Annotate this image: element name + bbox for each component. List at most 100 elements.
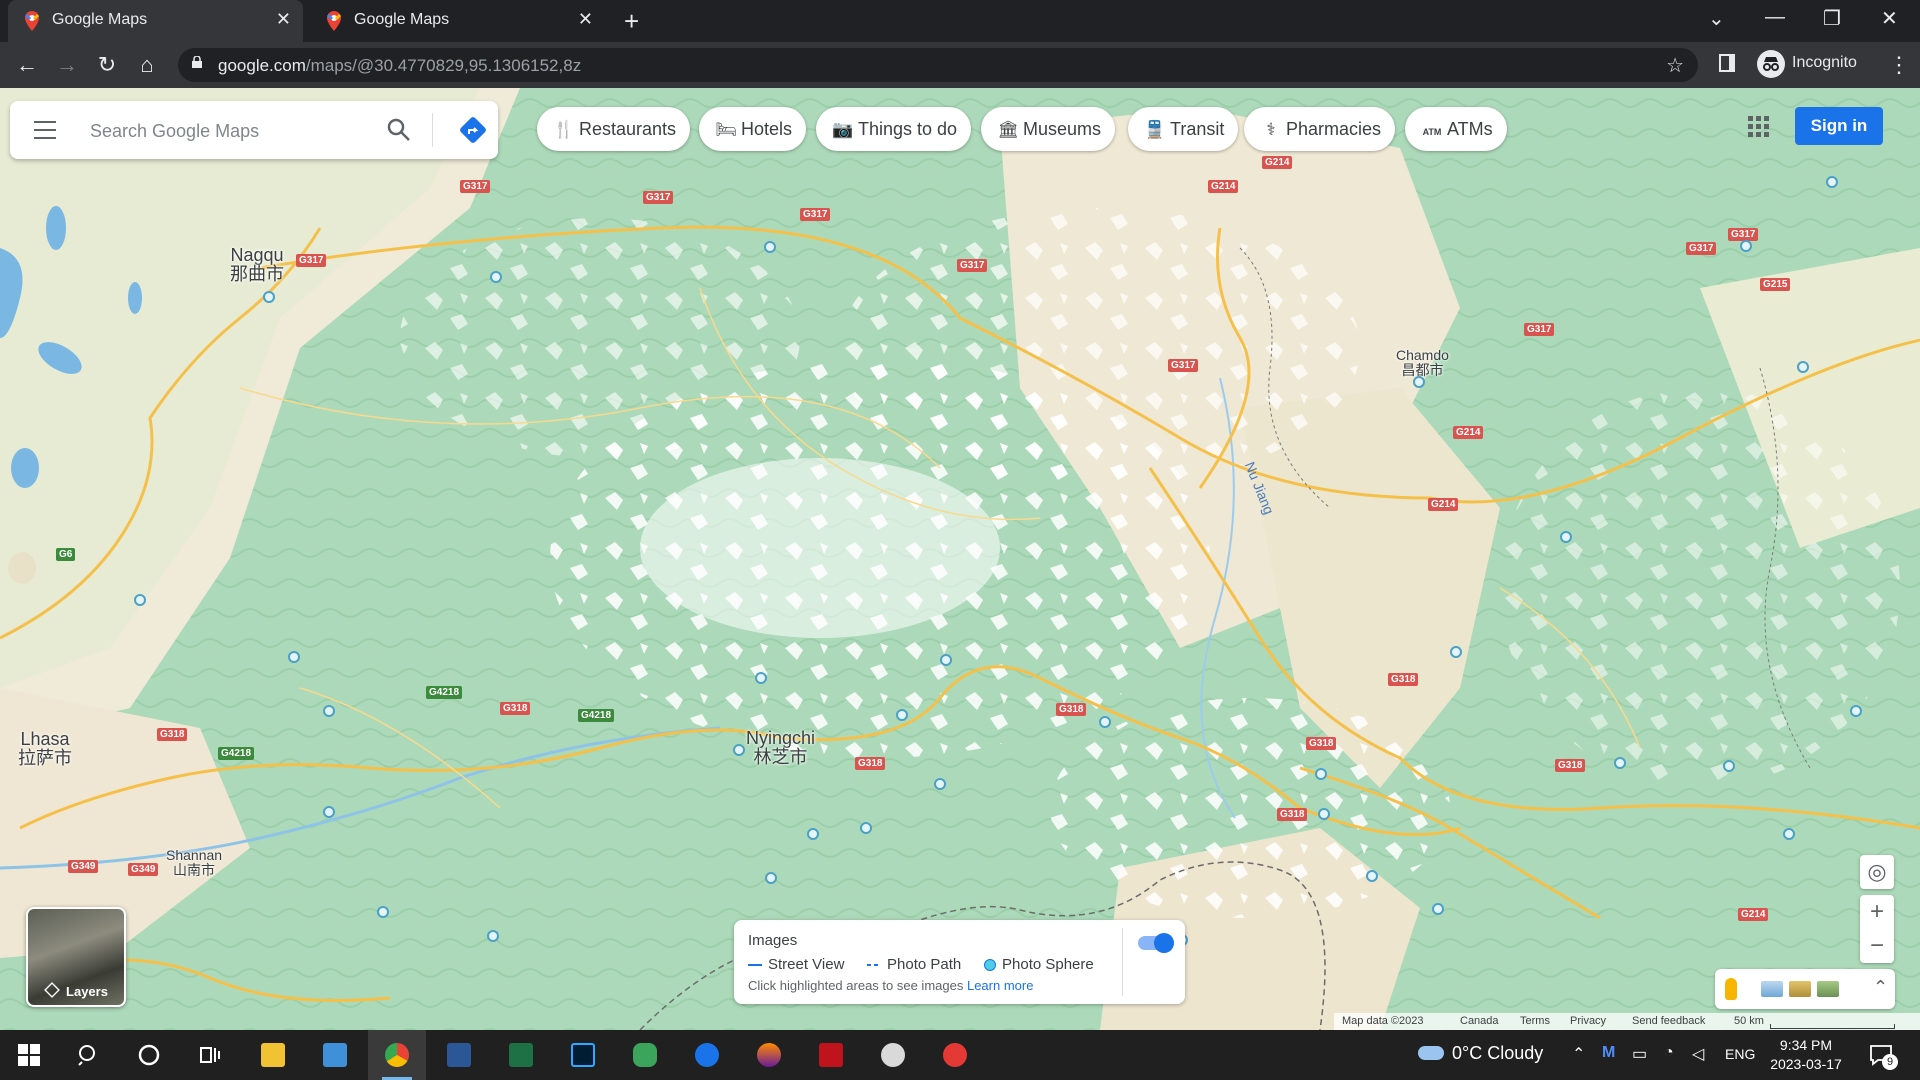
photo-sphere-point[interactable]	[1366, 870, 1378, 882]
chip-transit[interactable]: 🚆 Transit	[1128, 107, 1239, 151]
photo-sphere-point[interactable]	[755, 672, 767, 684]
search-icon[interactable]	[386, 117, 412, 143]
photo-sphere-point[interactable]	[377, 906, 389, 918]
home-button[interactable]: ⌂	[134, 52, 160, 78]
forward-button[interactable]: →	[54, 52, 80, 78]
taskbar-file-explorer[interactable]	[244, 1030, 302, 1080]
chip-things-to-do[interactable]: 📷 Things to do	[816, 107, 972, 151]
chip-restaurants[interactable]: 🍴 Restaurants	[537, 107, 691, 151]
tab-close-icon[interactable]: ✕	[578, 9, 593, 30]
photo-sphere-point[interactable]	[940, 654, 952, 666]
battery-icon[interactable]: ▭	[1632, 1044, 1647, 1064]
taskbar-app-red[interactable]	[802, 1030, 860, 1080]
close-window-button[interactable]: ✕	[1881, 6, 1898, 31]
reload-button[interactable]: ↻	[94, 52, 120, 78]
imagery-thumbnail[interactable]	[1817, 981, 1839, 997]
clock[interactable]: 9:34 PM 2023-03-17	[1760, 1036, 1852, 1074]
photo-sphere-point[interactable]	[323, 806, 335, 818]
place-lhasa[interactable]: Lhasa 拉萨市	[18, 730, 72, 768]
photo-sphere-point[interactable]	[1614, 757, 1626, 769]
photo-sphere-point[interactable]	[1560, 531, 1572, 543]
wifi-icon[interactable]: ◔	[1664, 1044, 1674, 1062]
taskbar-excel[interactable]	[492, 1030, 550, 1080]
privacy-link[interactable]: Privacy	[1570, 1015, 1606, 1027]
address-bar[interactable]: google.com/maps/@30.4770829,95.1306152,8…	[178, 48, 1698, 82]
region-link[interactable]: Canada	[1460, 1015, 1499, 1027]
my-location-button[interactable]: ◎	[1860, 855, 1894, 889]
back-button[interactable]: ←	[14, 52, 40, 78]
pegman-icon[interactable]	[1725, 978, 1737, 1000]
place-shannan[interactable]: Shannan 山南市	[166, 848, 222, 878]
photo-sphere-point[interactable]	[934, 778, 946, 790]
photo-sphere-point[interactable]	[807, 828, 819, 840]
place-nagqu[interactable]: Nagqu 那曲市	[230, 246, 284, 284]
taskbar-app-flash[interactable]	[926, 1030, 984, 1080]
photo-sphere-point[interactable]	[490, 271, 502, 283]
photo-sphere-point[interactable]	[1432, 903, 1444, 915]
directions-icon[interactable]	[458, 115, 488, 145]
chip-museums[interactable]: 🏛 Museums	[981, 107, 1116, 151]
sign-in-button[interactable]: Sign in	[1795, 107, 1883, 145]
task-view-button[interactable]	[180, 1030, 238, 1080]
photo-sphere-point[interactable]	[1318, 808, 1330, 820]
bookmark-star-icon[interactable]: ☆	[1666, 53, 1684, 78]
send-feedback-link[interactable]: Send feedback	[1632, 1015, 1705, 1027]
taskbar-app-media[interactable]	[864, 1030, 922, 1080]
taskbar-chrome[interactable]	[368, 1030, 426, 1080]
photo-sphere-point[interactable]	[323, 705, 335, 717]
chip-atms[interactable]: ATM ATMs	[1405, 107, 1507, 151]
side-panel-icon[interactable]	[1719, 54, 1735, 72]
tab-google-maps-1[interactable]: Google Maps ✕	[8, 0, 303, 42]
photo-sphere-point[interactable]	[896, 709, 908, 721]
incognito-icon[interactable]	[1757, 50, 1785, 78]
place-nyingchi[interactable]: Nyingchi 林芝市	[746, 729, 815, 767]
photo-sphere-point[interactable]	[764, 241, 776, 253]
taskbar-app-green[interactable]	[616, 1030, 674, 1080]
place-chamdo[interactable]: Chamdo 昌都市	[1396, 348, 1449, 378]
chip-pharmacies[interactable]: ⚕ Pharmacies	[1244, 107, 1396, 151]
cortana-button[interactable]	[120, 1030, 178, 1080]
weather-widget[interactable]: 0°C Cloudy	[1418, 1043, 1543, 1064]
photo-sphere-point[interactable]	[1450, 646, 1462, 658]
photo-sphere-point[interactable]	[134, 594, 146, 606]
scale-label[interactable]: 50 km	[1734, 1015, 1764, 1027]
photo-sphere-point[interactable]	[765, 872, 777, 884]
zoom-out-button[interactable]: −	[1860, 929, 1894, 963]
start-button[interactable]	[0, 1030, 58, 1080]
photo-sphere-point[interactable]	[1315, 768, 1327, 780]
photo-sphere-point[interactable]	[487, 930, 499, 942]
taskbar-word[interactable]	[430, 1030, 488, 1080]
photo-sphere-point[interactable]	[733, 744, 745, 756]
learn-more-link[interactable]: Learn more	[967, 978, 1033, 993]
taskbar-news-app[interactable]	[306, 1030, 364, 1080]
photo-sphere-point[interactable]	[1099, 716, 1111, 728]
imagery-thumbnail[interactable]	[1761, 981, 1783, 997]
chip-hotels[interactable]: 🛏 Hotels	[699, 107, 807, 151]
photo-sphere-point[interactable]	[1826, 176, 1838, 188]
photo-sphere-point[interactable]	[1413, 376, 1425, 388]
google-apps-icon[interactable]	[1748, 116, 1770, 138]
photo-sphere-point[interactable]	[263, 291, 275, 303]
minimize-button[interactable]: —	[1765, 6, 1785, 29]
photo-sphere-point[interactable]	[288, 651, 300, 663]
tab-search-icon[interactable]: ⌄	[1708, 6, 1725, 31]
photo-sphere-point[interactable]	[1783, 828, 1795, 840]
photo-sphere-point[interactable]	[860, 822, 872, 834]
hamburger-menu-icon[interactable]	[34, 121, 56, 139]
tab-google-maps-2[interactable]: Google Maps ✕	[310, 0, 605, 42]
map-canvas[interactable]: Nagqu 那曲市 Chamdo 昌都市 Lhasa 拉萨市 Nyingchi 林芝市 …	[0, 88, 1920, 1030]
layers-button[interactable]: Layers	[26, 907, 126, 1007]
profile-label[interactable]: Incognito	[1792, 54, 1857, 72]
search-input[interactable]	[88, 117, 372, 145]
app-tray-icon[interactable]: M	[1602, 1044, 1615, 1062]
browser-menu-icon[interactable]: ⋮	[1888, 52, 1910, 78]
terms-link[interactable]: Terms	[1520, 1015, 1550, 1027]
expand-chevron-icon[interactable]: ⌃	[1873, 977, 1888, 998]
restore-button[interactable]: ❐	[1823, 6, 1841, 31]
notifications-icon[interactable]: 9	[1868, 1042, 1898, 1070]
photo-sphere-point[interactable]	[1740, 240, 1752, 252]
imagery-thumbnail[interactable]	[1789, 981, 1811, 997]
photo-sphere-point[interactable]	[1850, 705, 1862, 717]
zoom-in-button[interactable]: +	[1860, 895, 1894, 929]
taskbar-app-blue[interactable]	[678, 1030, 736, 1080]
